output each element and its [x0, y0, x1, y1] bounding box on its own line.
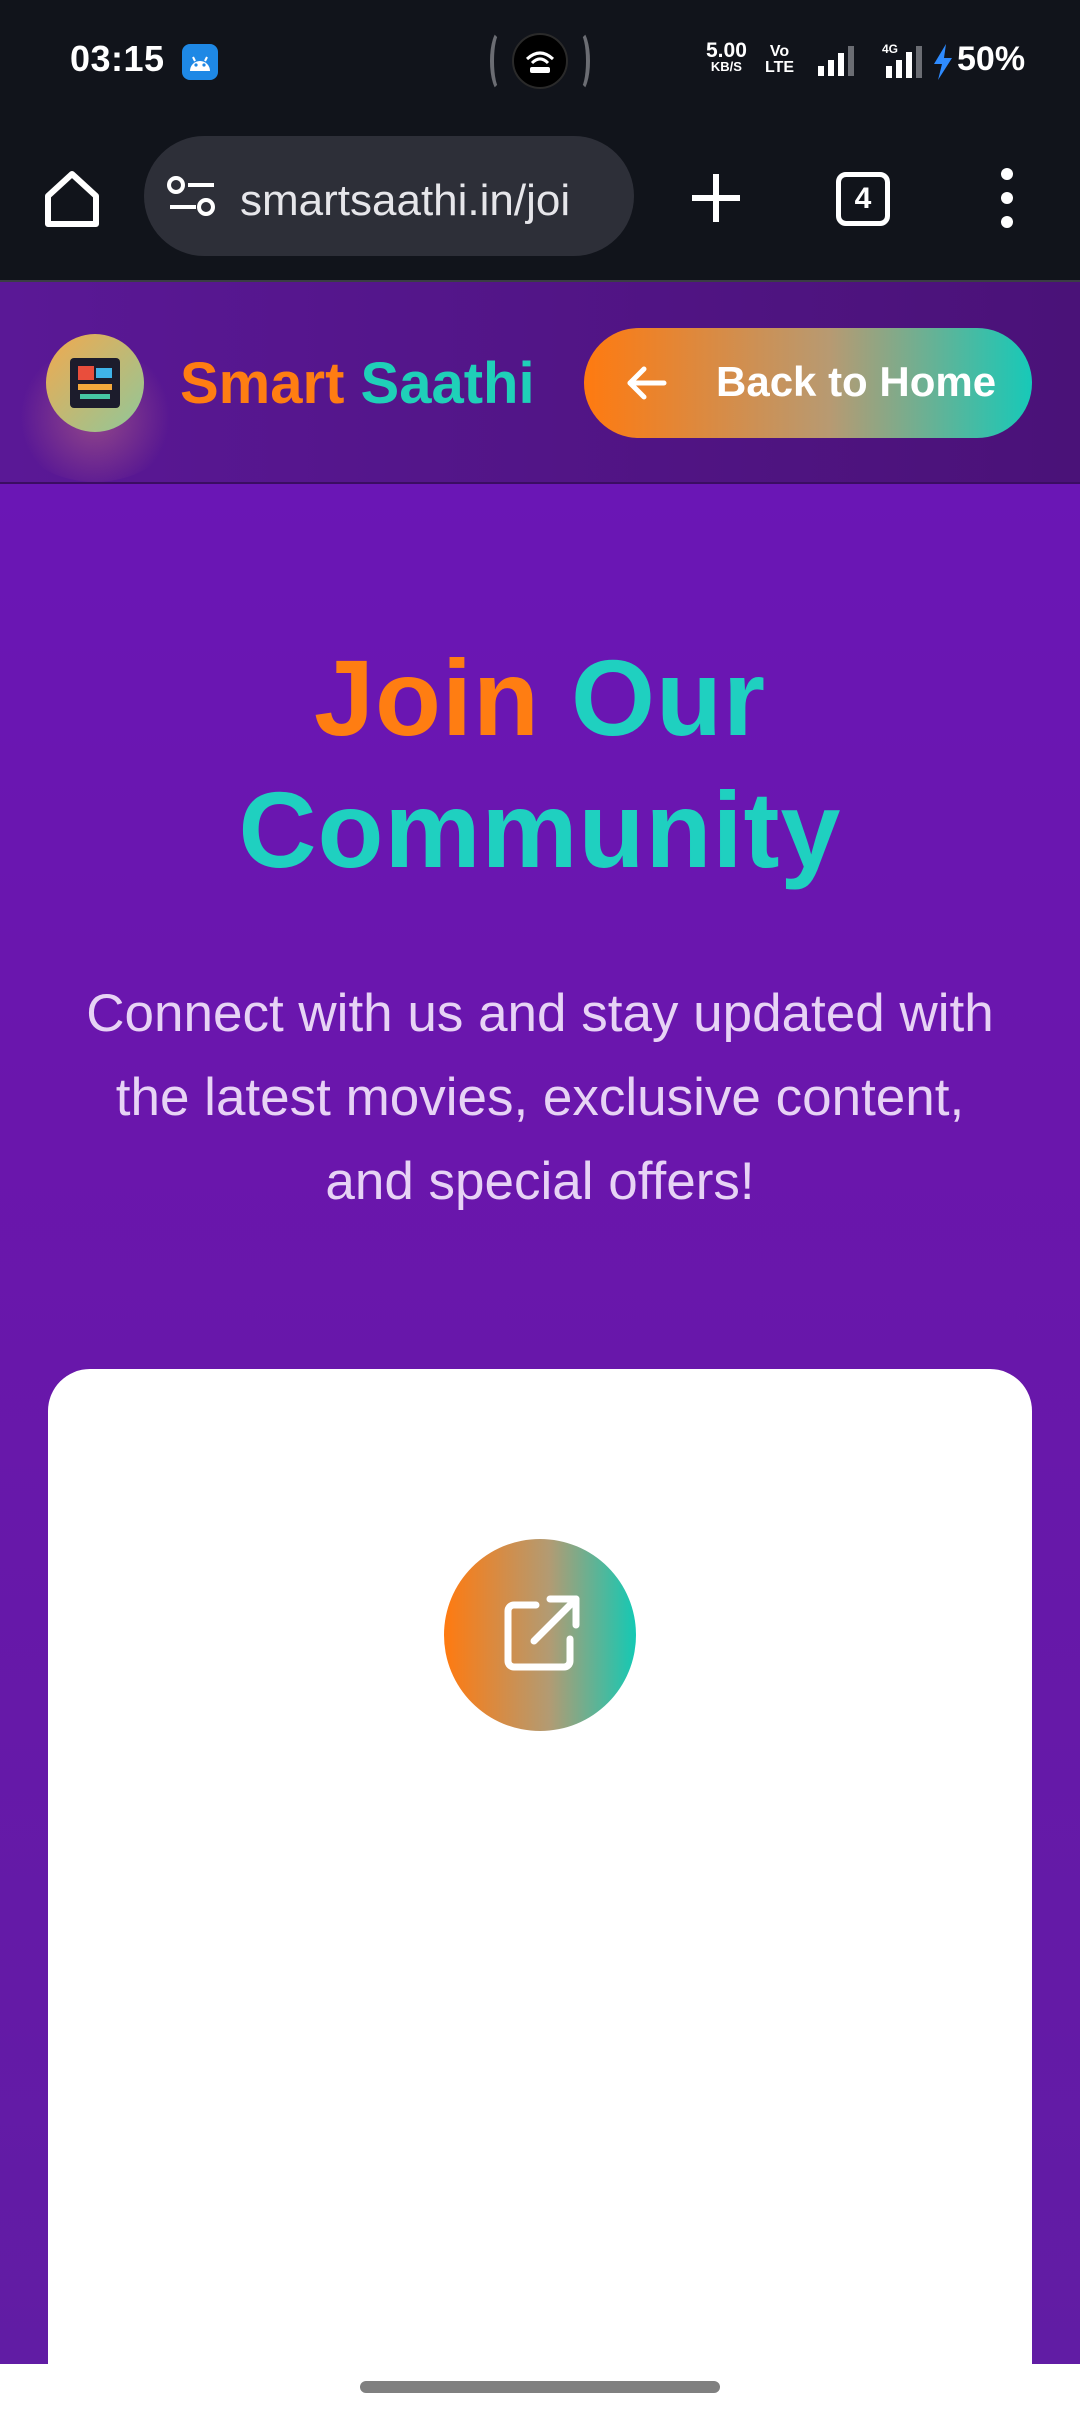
network-speed: 5.00 KB/S	[706, 39, 747, 74]
signal-strength-icon	[818, 46, 854, 76]
home-icon[interactable]	[36, 162, 108, 234]
site-logo[interactable]	[46, 334, 144, 432]
page-title: Join Our Community	[238, 637, 842, 890]
external-link-icon[interactable]	[444, 1539, 636, 1731]
brand-name[interactable]: Smart Saathi	[180, 350, 535, 417]
hotspot-indicator	[490, 30, 590, 92]
gesture-nav-area	[0, 2364, 1080, 2412]
site-header: Smart Saathi Back to Home	[0, 282, 1080, 484]
tab-switcher-button[interactable]: 4	[836, 172, 890, 226]
site-settings-icon[interactable]	[166, 176, 218, 216]
more-menu-icon[interactable]	[990, 166, 1026, 230]
android-notification-icon	[182, 44, 218, 80]
new-tab-icon[interactable]	[680, 162, 752, 234]
address-bar[interactable]: smartsaathi.in/joi	[144, 136, 634, 256]
volte-indicator: Vo LTE	[765, 43, 795, 76]
url-text[interactable]: smartsaathi.in/joi	[240, 176, 570, 226]
browser-toolbar: smartsaathi.in/joi 4	[0, 122, 1080, 282]
web-page: Smart Saathi Back to Home Join Our Commu…	[0, 282, 1080, 2364]
arrow-left-icon	[627, 366, 667, 400]
community-card	[48, 1369, 1032, 2364]
status-bar: 03:15 5.00 KB/S Vo LTE 4G 50%	[0, 0, 1080, 122]
charging-icon	[934, 44, 952, 80]
status-time: 03:15	[70, 38, 165, 79]
home-gesture-handle[interactable]	[360, 2381, 720, 2393]
battery-level: 50%	[957, 40, 1026, 78]
signal-4g-icon: 4G	[882, 42, 922, 78]
page-subtitle: Connect with us and stay updated with th…	[86, 984, 994, 1211]
svg-text:4G: 4G	[882, 42, 898, 56]
back-to-home-button[interactable]: Back to Home	[584, 328, 1032, 438]
back-button-label: Back to Home	[716, 358, 997, 405]
